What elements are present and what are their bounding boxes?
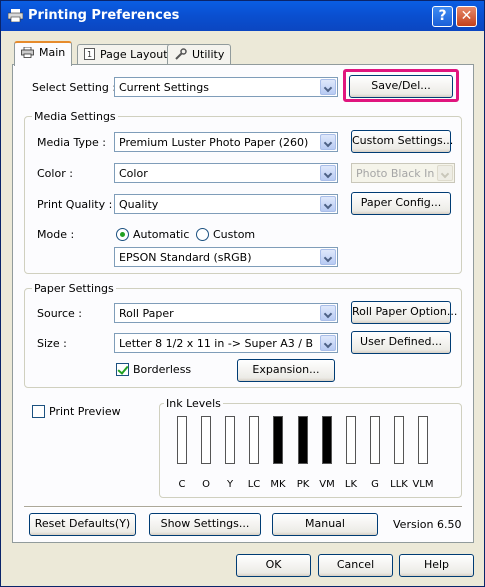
color-value: Color (119, 167, 148, 180)
ink-bar-o (201, 416, 211, 464)
ink-label-pk: PK (296, 479, 310, 490)
mode-color-dropdown[interactable]: EPSON Standard (sRGB) (114, 247, 338, 267)
help-button[interactable]: Help (399, 554, 474, 577)
black-ink-value: Photo Black Ink (356, 167, 434, 180)
help-icon: ? (438, 8, 447, 24)
printing-preferences-window: Printing Preferences ? ✕ Main 1 Page Lay… (0, 0, 485, 587)
borderless-label[interactable]: Borderless (133, 363, 191, 376)
close-icon: ✕ (460, 8, 473, 24)
mode-label: Mode : (37, 228, 75, 241)
ink-bar-y (225, 416, 235, 464)
color-label: Color : (37, 167, 73, 180)
chevron-down-icon[interactable] (320, 335, 336, 351)
ink-fill-vm (323, 417, 331, 463)
ink-label-lk: LK (344, 479, 358, 490)
svg-text:1: 1 (87, 50, 92, 59)
custom-settings-button[interactable]: Custom Settings... (351, 130, 453, 153)
roll-paper-option-button[interactable]: Roll Paper Option... (351, 301, 457, 324)
ink-bar-vlm (418, 416, 428, 464)
printer-app-icon (8, 9, 23, 22)
ink-fill-pk (299, 417, 307, 463)
ink-bar-llk (394, 416, 404, 464)
size-value: Letter 8 1/2 x 11 in -> Super A3 / B 329… (119, 337, 317, 350)
ink-label-llk: LLK (390, 479, 408, 490)
chevron-down-icon[interactable] (320, 134, 336, 150)
tab-utility[interactable]: Utility (167, 44, 232, 65)
paper-config-button[interactable]: Paper Config... (351, 192, 451, 215)
ink-fill-mk (274, 417, 282, 463)
footer-divider (24, 506, 462, 508)
print-preview-checkbox[interactable] (32, 405, 45, 418)
source-dropdown[interactable]: Roll Paper (114, 303, 338, 323)
tab-page-layout[interactable]: 1 Page Layout (77, 44, 175, 65)
ink-label-o: O (202, 479, 210, 490)
ink-bar-mk (273, 416, 283, 464)
tab-main[interactable]: Main (14, 41, 73, 66)
version-label: Version 6.50 (393, 518, 462, 531)
mode-automatic-radio[interactable] (116, 228, 129, 241)
chevron-down-icon (437, 165, 453, 181)
ink-label-y: Y (226, 479, 234, 490)
printer-icon (21, 47, 34, 58)
mode-automatic-label[interactable]: Automatic (133, 228, 189, 241)
title-bar[interactable]: Printing Preferences ? ✕ (1, 1, 484, 31)
tab-utility-label: Utility (192, 48, 225, 61)
mode-color-value: EPSON Standard (sRGB) (119, 251, 252, 264)
ink-label-mk: MK (270, 479, 286, 490)
black-ink-dropdown: Photo Black Ink (351, 163, 455, 183)
ink-bar-lk (346, 416, 356, 464)
color-dropdown[interactable]: Color (114, 163, 338, 183)
media-settings-title: Media Settings (32, 110, 118, 123)
ok-button[interactable]: OK (236, 554, 311, 577)
select-setting-dropdown[interactable]: Current Settings (114, 77, 338, 97)
select-setting-label: Select Setting : (32, 81, 117, 94)
cancel-button[interactable]: Cancel (318, 554, 393, 577)
close-window-button[interactable]: ✕ (456, 6, 477, 27)
reset-defaults-button[interactable]: Reset Defaults(Y) (29, 513, 136, 536)
select-setting-value: Current Settings (119, 81, 209, 94)
ink-bar-pk (298, 416, 308, 464)
size-label: Size : (37, 337, 67, 350)
borderless-checkbox[interactable] (116, 363, 129, 376)
media-type-value: Premium Luster Photo Paper (260) (119, 136, 309, 149)
print-quality-label: Print Quality : (37, 198, 113, 211)
ink-bar-g (370, 416, 380, 464)
user-defined-button[interactable]: User Defined... (351, 331, 451, 354)
ink-bar-c (177, 416, 187, 464)
mode-custom-radio[interactable] (196, 228, 209, 241)
size-dropdown[interactable]: Letter 8 1/2 x 11 in -> Super A3 / B 329… (114, 333, 338, 353)
ink-label-c: C (178, 479, 186, 490)
chevron-down-icon[interactable] (320, 196, 336, 212)
manual-button[interactable]: Manual (272, 513, 378, 536)
media-type-label: Media Type : (37, 136, 107, 149)
chevron-down-icon[interactable] (320, 249, 336, 265)
print-quality-value: Quality (119, 198, 159, 211)
mode-custom-label[interactable]: Custom (213, 228, 255, 241)
expansion-button[interactable]: Expansion... (237, 359, 335, 382)
media-type-dropdown[interactable]: Premium Luster Photo Paper (260) (114, 132, 338, 152)
ink-label-lc: LC (247, 479, 261, 490)
page-icon: 1 (84, 48, 95, 60)
window-title: Printing Preferences (28, 8, 180, 23)
chevron-down-icon[interactable] (320, 79, 336, 95)
ink-label-vm: VM (319, 479, 335, 490)
ink-bar-vm (322, 416, 332, 464)
source-label: Source : (37, 307, 82, 320)
show-settings-button[interactable]: Show Settings... (149, 513, 261, 536)
ink-label-g: G (371, 479, 379, 490)
help-title-button[interactable]: ? (432, 6, 453, 27)
chevron-down-icon[interactable] (320, 305, 336, 321)
tab-page-layout-label: Page Layout (100, 48, 168, 61)
print-quality-dropdown[interactable]: Quality (114, 194, 338, 214)
tab-main-label: Main (39, 46, 66, 59)
chevron-down-icon[interactable] (320, 165, 336, 181)
paper-settings-title: Paper Settings (32, 282, 116, 295)
print-preview-label[interactable]: Print Preview (49, 405, 121, 418)
source-value: Roll Paper (119, 307, 174, 320)
ink-bar-lc (249, 416, 259, 464)
ink-label-vlm: VLM (412, 479, 434, 490)
ink-levels-title: Ink Levels (164, 397, 223, 410)
wrench-icon (175, 48, 187, 60)
save-del-highlight (343, 69, 459, 102)
